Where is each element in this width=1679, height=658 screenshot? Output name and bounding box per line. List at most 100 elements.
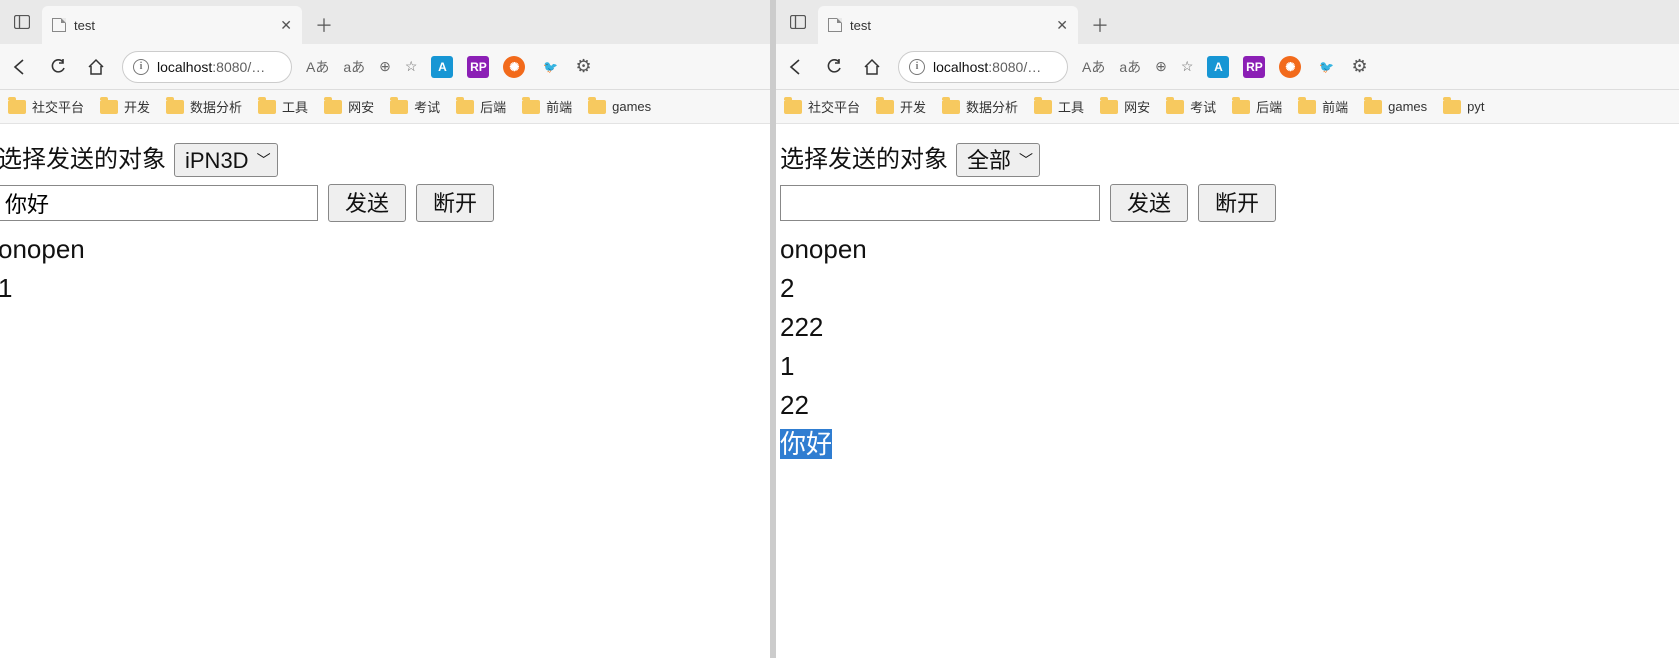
home-button[interactable]: [84, 55, 108, 79]
folder-icon: [456, 100, 474, 114]
extension-rp-icon[interactable]: RP: [1243, 56, 1265, 78]
extension-bird-icon[interactable]: 🐦: [539, 56, 561, 78]
message-input[interactable]: [780, 185, 1100, 221]
message-input[interactable]: [0, 185, 318, 221]
target-label: 选择发送的对象: [0, 142, 166, 178]
extension-a-icon[interactable]: A: [1207, 56, 1229, 78]
extension-rp-icon[interactable]: RP: [467, 56, 489, 78]
new-tab-button[interactable]: ＋: [1082, 6, 1118, 44]
refresh-button[interactable]: [46, 55, 70, 79]
bookmark-folder[interactable]: 开发: [100, 97, 150, 116]
close-tab-icon[interactable]: ✕: [1056, 17, 1068, 34]
site-info-icon[interactable]: i: [133, 59, 149, 75]
folder-icon: [390, 100, 408, 114]
extension-a-icon[interactable]: A: [431, 56, 453, 78]
toolbar: i localhost:8080/… Aあ aあ ⊕ ☆ A RP ✺ 🐦 ⚙: [0, 44, 770, 90]
folder-icon: [324, 100, 342, 114]
folder-icon: [258, 100, 276, 114]
bookmark-folder[interactable]: 后端: [1232, 97, 1282, 116]
target-select[interactable]: 全部 ﹀: [956, 143, 1040, 177]
back-button[interactable]: [8, 55, 32, 79]
bookmark-folder[interactable]: 考试: [390, 97, 440, 116]
chevron-down-icon: ﹀: [257, 150, 271, 171]
back-button[interactable]: [784, 55, 808, 79]
browser-window-right: test ✕ ＋ i localhost:8080/… Aあ aあ ⊕ ☆ A …: [770, 0, 1679, 658]
tab-title: test: [74, 18, 272, 33]
extension-orange-icon[interactable]: ✺: [1279, 56, 1301, 78]
log-line: 22: [780, 386, 1679, 425]
bookmarks-bar: 社交平台 开发 数据分析 工具 网安 考试 后端 前端 games: [0, 90, 770, 124]
send-button[interactable]: 发送: [328, 184, 406, 222]
bookmark-folder[interactable]: 前端: [1298, 97, 1348, 116]
bookmark-folder[interactable]: 开发: [876, 97, 926, 116]
extension-orange-icon[interactable]: ✺: [503, 56, 525, 78]
page-content: 选择发送的对象 全部 ﹀ 发送 断开 onopen 2 222 1 22 你好: [776, 124, 1679, 658]
read-aloud-icon[interactable]: Aあ: [1082, 57, 1105, 77]
folder-icon: [588, 100, 606, 114]
folder-icon: [1298, 100, 1316, 114]
zoom-icon[interactable]: ⊕: [379, 58, 391, 75]
tab-active[interactable]: test ✕: [42, 6, 302, 44]
bookmark-folder[interactable]: 考试: [1166, 97, 1216, 116]
bookmark-folder[interactable]: games: [588, 99, 651, 114]
log-line: 2: [780, 269, 1679, 308]
bookmark-folder[interactable]: 工具: [258, 97, 308, 116]
file-icon: [52, 18, 66, 32]
browser-window-left: test ✕ ＋ i localhost:8080/… Aあ aあ ⊕ ☆ A …: [0, 0, 770, 658]
bookmark-folder[interactable]: 工具: [1034, 97, 1084, 116]
folder-icon: [1100, 100, 1118, 114]
extension-bird-icon[interactable]: 🐦: [1315, 56, 1337, 78]
bookmark-folder[interactable]: pyt: [1443, 99, 1484, 114]
folder-icon: [1364, 100, 1382, 114]
bookmark-folder[interactable]: 社交平台: [784, 97, 860, 116]
favorite-icon[interactable]: ☆: [1181, 58, 1194, 75]
log-line: onopen: [780, 230, 1679, 269]
bookmark-folder[interactable]: 网安: [1100, 97, 1150, 116]
refresh-button[interactable]: [822, 55, 846, 79]
folder-icon: [1232, 100, 1250, 114]
address-bar[interactable]: i localhost:8080/…: [122, 51, 292, 83]
close-tab-icon[interactable]: ✕: [280, 17, 292, 34]
site-info-icon[interactable]: i: [909, 59, 925, 75]
folder-icon: [876, 100, 894, 114]
folder-icon: [8, 100, 26, 114]
translate-icon[interactable]: aあ: [1119, 57, 1141, 77]
zoom-icon[interactable]: ⊕: [1155, 58, 1167, 75]
message-log: onopen 2 222 1 22 你好: [780, 230, 1679, 464]
url-text: localhost:8080/…: [157, 59, 281, 75]
tab-manager-button[interactable]: [782, 0, 814, 44]
log-line: onopen: [0, 230, 770, 269]
folder-icon: [166, 100, 184, 114]
target-select[interactable]: iPN3D ﹀: [174, 143, 278, 177]
url-text: localhost:8080/…: [933, 59, 1057, 75]
settings-icon[interactable]: ⚙: [1351, 56, 1367, 77]
bookmark-folder[interactable]: 前端: [522, 97, 572, 116]
new-tab-button[interactable]: ＋: [306, 6, 342, 44]
bookmark-folder[interactable]: 社交平台: [8, 97, 84, 116]
tab-strip: test ✕ ＋: [0, 0, 770, 44]
bookmark-folder[interactable]: games: [1364, 99, 1427, 114]
folder-icon: [784, 100, 802, 114]
toolbar: i localhost:8080/… Aあ aあ ⊕ ☆ A RP ✺ 🐦 ⚙: [776, 44, 1679, 90]
translate-icon[interactable]: aあ: [343, 57, 365, 77]
bookmark-folder[interactable]: 网安: [324, 97, 374, 116]
bookmark-folder[interactable]: 后端: [456, 97, 506, 116]
home-button[interactable]: [860, 55, 884, 79]
bookmark-folder[interactable]: 数据分析: [166, 97, 242, 116]
address-bar[interactable]: i localhost:8080/…: [898, 51, 1068, 83]
folder-icon: [1443, 100, 1461, 114]
tab-manager-button[interactable]: [6, 0, 38, 44]
tab-active[interactable]: test ✕: [818, 6, 1078, 44]
disconnect-button[interactable]: 断开: [416, 184, 494, 222]
disconnect-button[interactable]: 断开: [1198, 184, 1276, 222]
settings-icon[interactable]: ⚙: [575, 56, 591, 77]
read-aloud-icon[interactable]: Aあ: [306, 57, 329, 77]
bookmark-folder[interactable]: 数据分析: [942, 97, 1018, 116]
folder-icon: [942, 100, 960, 114]
send-button[interactable]: 发送: [1110, 184, 1188, 222]
chevron-down-icon: ﹀: [1019, 150, 1033, 171]
favorite-icon[interactable]: ☆: [405, 58, 418, 75]
folder-icon: [1166, 100, 1184, 114]
file-icon: [828, 18, 842, 32]
folder-icon: [1034, 100, 1052, 114]
